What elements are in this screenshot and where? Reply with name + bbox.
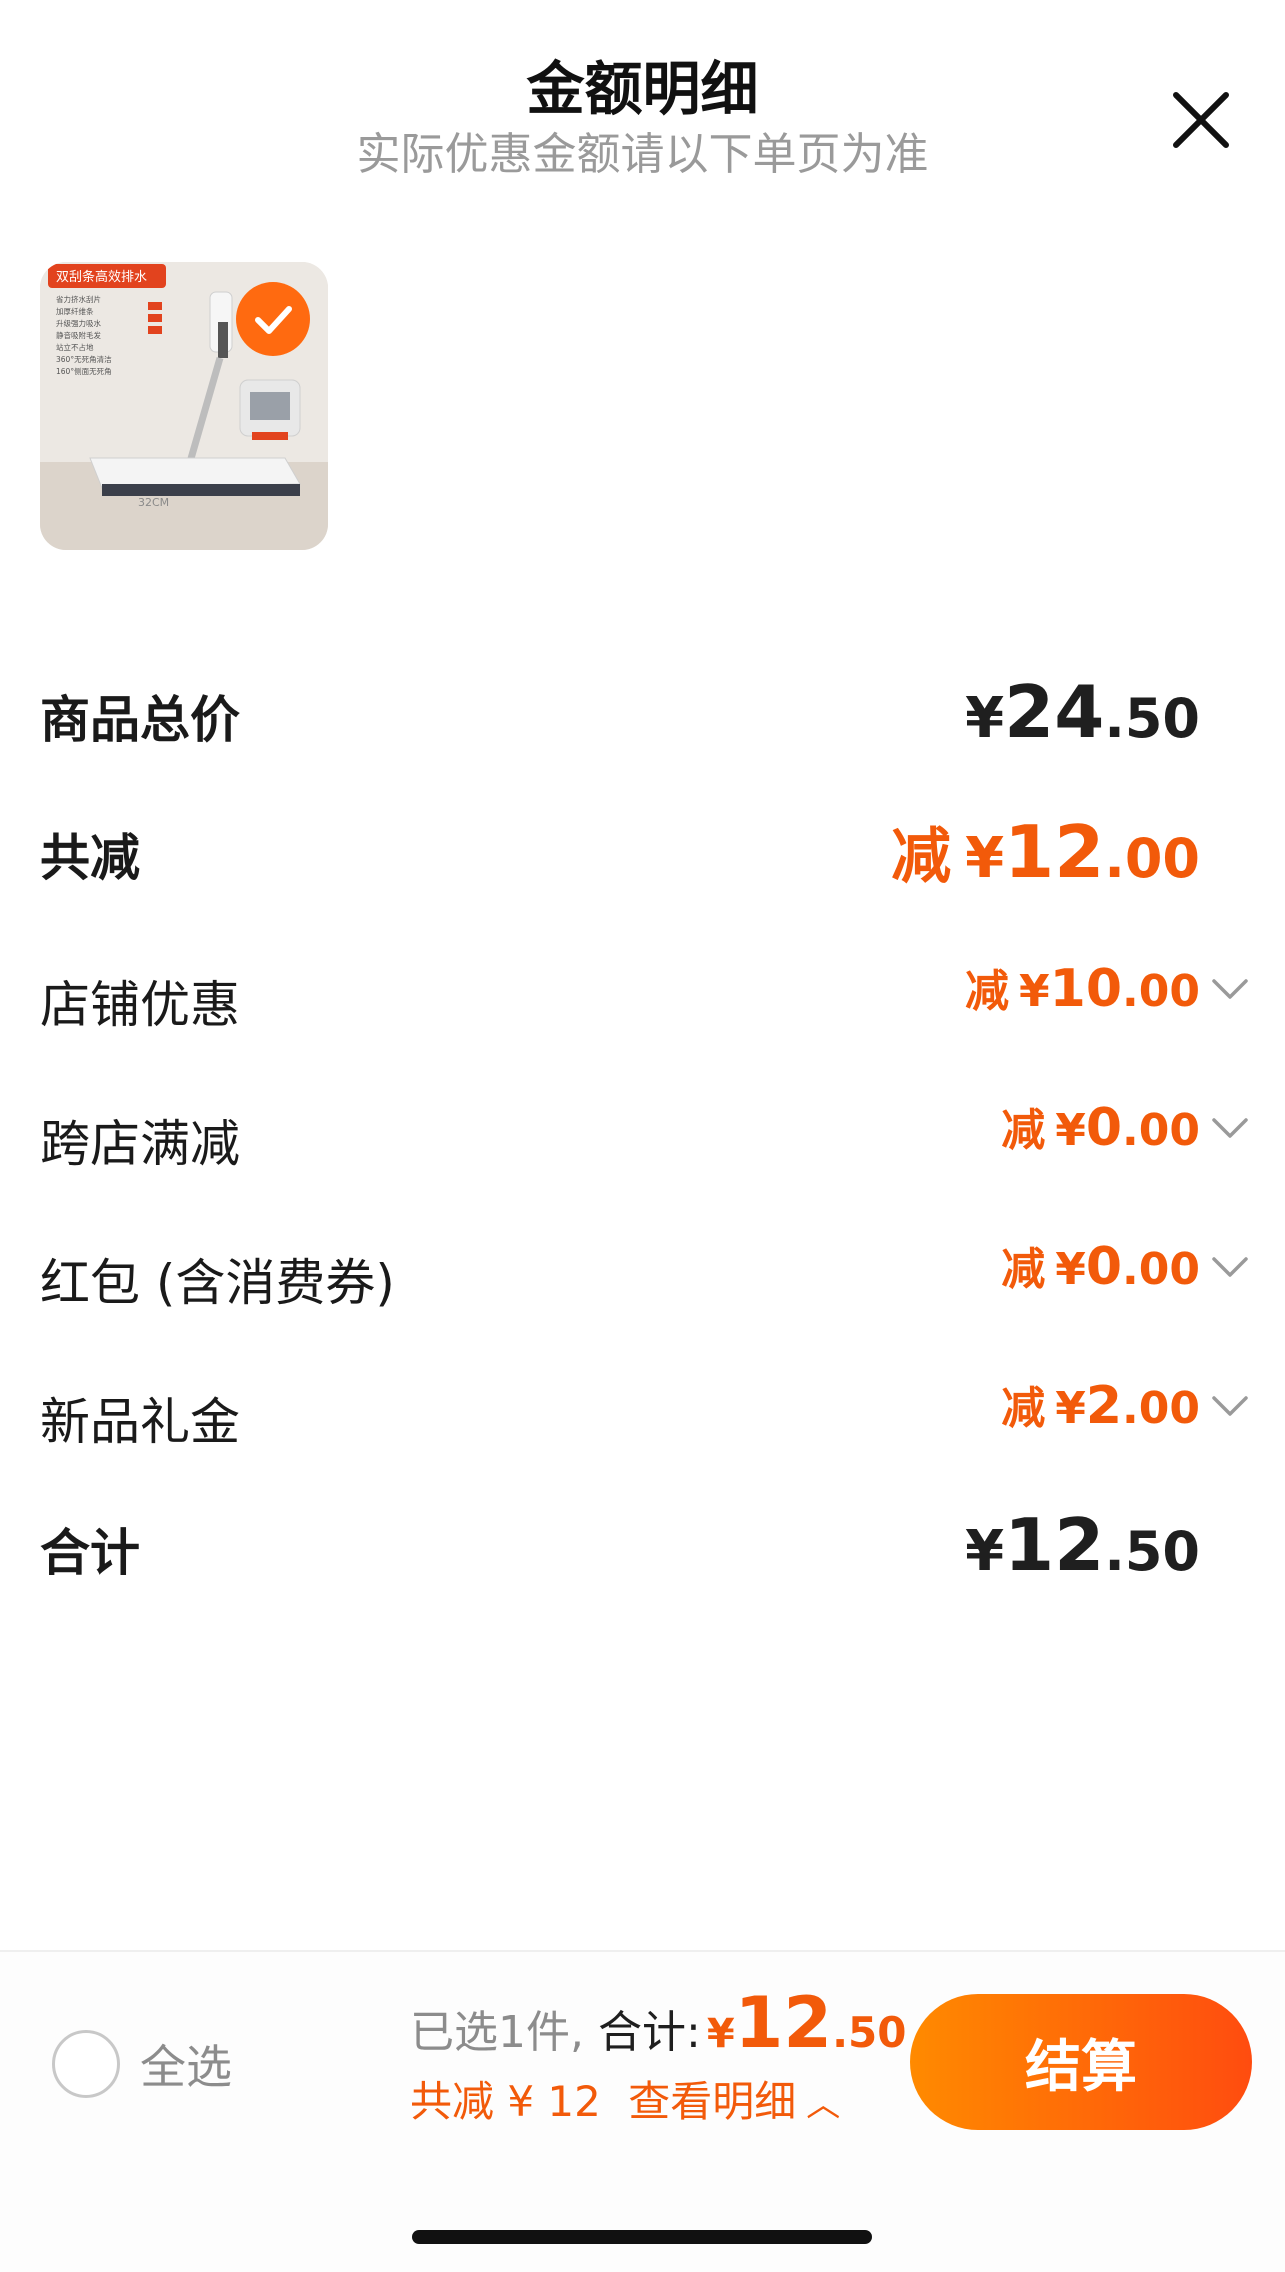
discount-prefix: 减 [965,966,1010,1017]
row-total-discount: 共减 减 ¥12.00 [40,808,1250,898]
currency-symbol: ¥ [1055,1383,1086,1434]
amount-integer: 12 [1004,810,1105,894]
red-packet-label: 红包 (含消费券) [40,1254,395,1312]
amount-decimal: .00 [1122,1383,1200,1434]
amount-integer: 0 [1085,1237,1123,1297]
select-all-radio[interactable] [52,2030,120,2098]
store-discount-amount: 减 ¥10.00 [965,955,1200,1019]
image-feature: 360°无死角清洁 [56,354,112,364]
checkout-bar: 全选 已选1件, 合计: ¥12.50 共减 ¥ 12 查看明细 ︿ 结算 [0,1950,1285,2272]
summary-total-line: 已选1件, 合计: ¥12.50 [410,1982,906,2064]
new-product-gift-amount: 减 ¥2.00 [1001,1372,1200,1436]
chevron-down-icon[interactable] [1210,1392,1250,1422]
grand-total-label: 合计 [40,1524,140,1582]
amount-decimal: .00 [1122,1105,1200,1156]
amount-integer: 0 [1085,1098,1123,1158]
image-feature: 省力挤水刮片 [56,294,101,304]
currency-symbol: ¥ [1019,966,1050,1017]
discount-prefix: 减 [1001,1383,1046,1434]
chevron-down-icon[interactable] [1210,975,1250,1005]
red-packet-amount: 减 ¥0.00 [1001,1233,1200,1297]
page-subtitle: 实际优惠金额请以下单页为准 [356,129,929,180]
detail-link-label: 查看明细 [628,2077,797,2126]
cross-store-discount-label: 跨店满减 [40,1115,240,1173]
page-title: 金额明细 [526,55,759,123]
row-new-product-gift[interactable]: 新品礼金 减 ¥2.00 [40,1372,1250,1462]
amount-decimal: .50 [1104,687,1200,750]
image-size-label: 32CM [138,496,169,509]
total-price-amount: ¥24.50 [965,670,1200,754]
amount-decimal: .00 [1122,966,1200,1017]
discount-prefix: 减 [1001,1105,1046,1156]
amount-integer: 24 [1004,670,1105,754]
image-feature: 升级强力吸水 [56,318,101,328]
selected-count: 已选1件, [410,2007,584,2058]
amount-decimal: .00 [1122,1244,1200,1295]
row-cross-store-discount[interactable]: 跨店满减 减 ¥0.00 [40,1094,1250,1184]
amount-integer: 2 [1085,1376,1123,1436]
new-product-gift-label: 新品礼金 [40,1393,240,1451]
checkout-button[interactable]: 结算 [910,1994,1252,2130]
summary-discount-text: 共减 ¥ 12 [410,2077,601,2126]
currency-symbol: ¥ [965,1519,1005,1584]
product-thumbnail[interactable]: 双刮条高效排水 省力挤水刮片 加厚纤维条 升级强力吸水 静音吸附毛发 站立不占地… [40,262,328,550]
image-headline: 双刮条高效排水 [56,269,147,285]
view-detail-link[interactable]: 共减 ¥ 12 查看明细 ︿ [410,2068,890,2129]
total-discount-amount: 减 ¥12.00 [891,808,1200,895]
total-price-label: 商品总价 [40,691,240,749]
close-icon[interactable] [1166,85,1236,155]
order-summary: 已选1件, 合计: ¥12.50 共减 ¥ 12 查看明细 ︿ [410,1982,906,2129]
amount-integer: 12 [1004,1503,1105,1587]
currency-symbol: ¥ [965,686,1005,751]
select-all-label: 全选 [140,2040,232,2094]
image-feature: 160°侧面无死角 [56,366,112,376]
amount-decimal: .00 [1104,827,1200,890]
row-grand-total: 合计 ¥12.50 [40,1503,1250,1593]
image-feature: 静音吸附毛发 [56,330,101,340]
header: 金额明细 实际优惠金额请以下单页为准 [0,0,1285,200]
amount-integer: 10 [1049,959,1123,1019]
currency-symbol: ¥ [1055,1105,1086,1156]
cross-store-discount-amount: 减 ¥0.00 [1001,1094,1200,1158]
grand-total-amount: ¥12.50 [965,1503,1200,1587]
summary-total-integer: 12 [734,1982,833,2064]
image-feature: 加厚纤维条 [56,306,94,316]
currency-symbol: ¥ [706,2011,735,2057]
row-total-price: 商品总价 ¥24.50 [40,670,1250,760]
row-red-packet[interactable]: 红包 (含消费券) 减 ¥0.00 [40,1233,1250,1323]
home-indicator [412,2230,872,2244]
discount-prefix: 减 [1001,1244,1046,1295]
summary-total-decimal: .50 [832,2008,907,2057]
discount-prefix: 减 [891,822,952,892]
row-store-discount[interactable]: 店铺优惠 减 ¥10.00 [40,955,1250,1045]
image-feature: 站立不占地 [56,342,94,352]
chevron-down-icon[interactable] [1210,1114,1250,1144]
amount-decimal: .50 [1104,1520,1200,1583]
summary-total-label: 合计: [597,2007,701,2058]
select-all-toggle[interactable]: 全选 [52,2030,232,2098]
currency-symbol: ¥ [965,826,1005,891]
chevron-up-icon: ︿ [806,2085,841,2125]
selected-check-icon[interactable] [236,282,310,356]
total-discount-label: 共减 [40,829,140,887]
store-discount-label: 店铺优惠 [40,976,240,1034]
chevron-down-icon[interactable] [1210,1253,1250,1283]
currency-symbol: ¥ [1055,1244,1086,1295]
